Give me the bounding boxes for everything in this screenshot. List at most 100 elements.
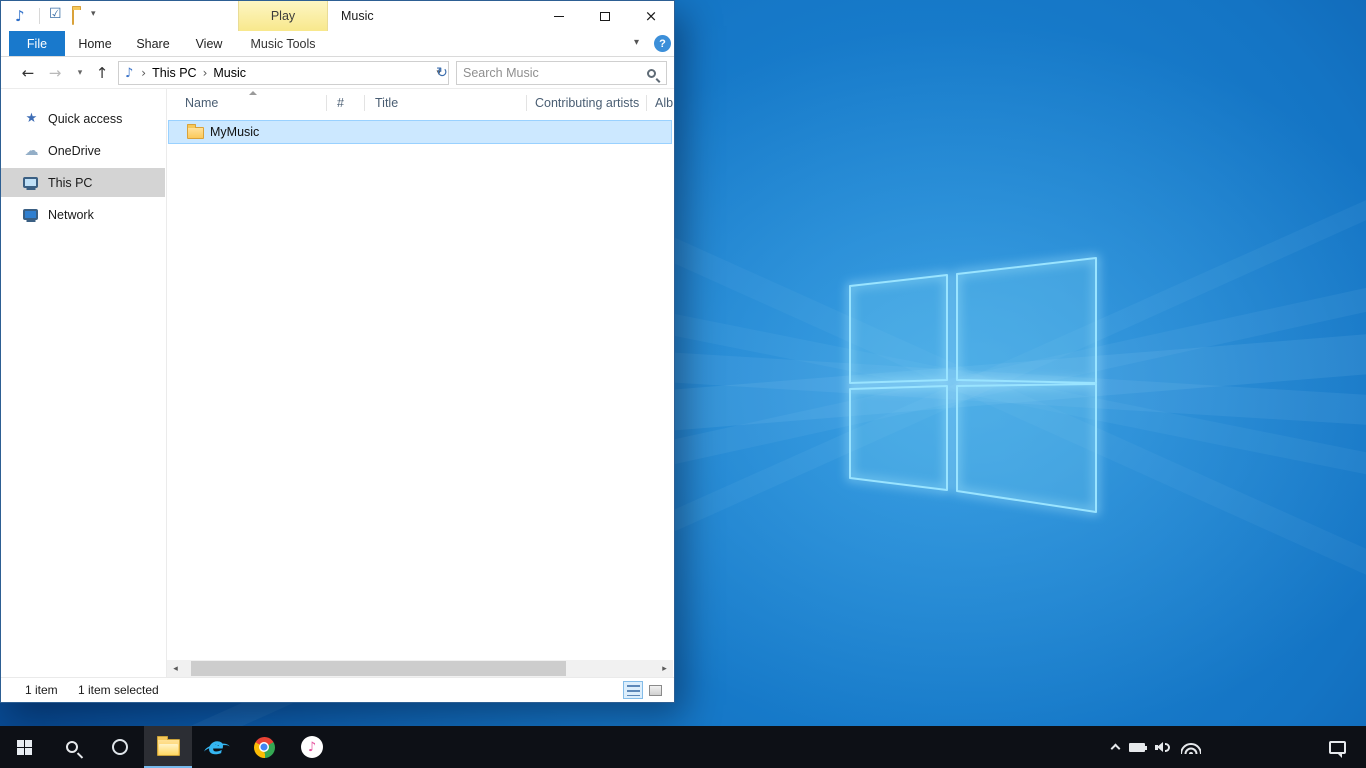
horizontal-scrollbar[interactable]: ◂ ▸ [167,660,673,677]
sidebar-item-network[interactable]: Network [1,200,165,229]
file-explorer-button[interactable] [144,726,192,768]
minimize-button[interactable] [536,1,582,31]
this-pc-monitor-icon [23,177,38,188]
network-wifi-icon[interactable] [1181,741,1201,754]
column-header-number[interactable]: # [337,89,344,117]
network-icon [23,209,38,220]
music-folder-icon: ♪ [125,66,133,81]
screen: ♪ ☑ ▾ Play Music × File Home Share View … [0,0,1366,768]
search-input[interactable] [457,63,647,83]
up-button[interactable]: ↑ [91,57,113,89]
action-center-icon [1329,741,1346,754]
tray-expand-icon[interactable] [1111,744,1121,754]
tab-file[interactable]: File [9,31,65,56]
sidebar-label: OneDrive [48,144,101,158]
help-button[interactable]: ? [654,35,671,52]
expand-ribbon-icon[interactable]: ▾ [634,37,639,48]
breadcrumb-separator-icon: › [201,66,210,80]
taskbar: e ♪ [0,726,1366,768]
title-bar[interactable]: ♪ ☑ ▾ Play Music × [1,1,674,31]
qat-customize-icon[interactable]: ▾ [91,9,96,19]
start-button[interactable] [0,726,48,768]
file-row-mymusic[interactable]: MyMusic [168,120,672,144]
ribbon-tab-row: File Home Share View Music Tools ▾ ? [1,31,674,57]
sidebar-item-quick-access[interactable]: ★ Quick access [1,104,165,133]
file-explorer-icon [157,739,180,756]
cortana-icon [112,739,128,755]
forward-button[interactable]: → [44,57,66,89]
window-title: Music [341,1,374,31]
tab-home[interactable]: Home [74,31,116,56]
chrome-button[interactable] [240,726,288,768]
battery-icon[interactable] [1129,743,1145,752]
sidebar-item-onedrive[interactable]: ☁ OneDrive [1,136,165,165]
tab-share[interactable]: Share [129,31,177,56]
taskbar-search-button[interactable] [48,726,96,768]
properties-icon[interactable]: ☑ [49,6,62,22]
address-bar[interactable]: ♪ › This PC › Music ▾ [118,61,449,85]
itunes-icon: ♪ [301,736,323,758]
search-box[interactable] [456,61,667,85]
scroll-right-icon[interactable]: ▸ [656,660,673,677]
maximize-button[interactable] [582,1,628,31]
column-header-contributing-artists[interactable]: Contributing artists [535,89,639,117]
column-divider[interactable] [646,95,647,111]
close-button[interactable]: × [628,1,674,31]
sidebar-item-this-pc[interactable]: This PC [1,168,165,197]
breadcrumb-music[interactable]: Music [209,66,250,80]
close-icon: × [645,9,658,24]
address-row: ← → ▾ ↑ ♪ › This PC › Music ▾ ↻ [1,57,674,89]
maximize-icon [600,12,610,21]
tab-view[interactable]: View [187,31,231,56]
breadcrumb-separator-icon: › [139,66,148,80]
internet-explorer-button[interactable]: e [192,726,240,768]
recent-locations-icon[interactable]: ▾ [72,57,88,89]
minimize-icon [554,16,564,17]
selected-count: 1 item selected [78,678,159,702]
internet-explorer-icon: e [208,736,224,759]
sidebar-label: Quick access [48,112,122,126]
large-icons-view-button[interactable] [645,681,665,699]
scrollbar-thumb[interactable] [191,661,566,676]
status-bar: 1 item 1 item selected [1,677,674,702]
chrome-icon [254,737,275,758]
onedrive-cloud-icon: ☁ [23,143,40,159]
new-folder-icon[interactable] [72,9,74,25]
column-divider[interactable] [526,95,527,111]
itunes-button[interactable]: ♪ [288,726,336,768]
scroll-left-icon[interactable]: ◂ [167,660,184,677]
large-icons-view-icon [649,685,662,696]
contextual-tab-play[interactable]: Play [238,1,328,31]
details-view-button[interactable] [623,681,643,699]
sort-ascending-icon[interactable] [249,91,257,95]
quick-access-star-icon: ★ [23,111,40,126]
cortana-button[interactable] [96,726,144,768]
folder-icon [187,127,204,139]
search-icon[interactable] [647,69,656,78]
tab-music-tools[interactable]: Music Tools [241,31,325,56]
sidebar-label: This PC [48,176,92,190]
navigation-pane: ★ Quick access ☁ OneDrive This PC Networ… [1,89,167,677]
column-divider[interactable] [326,95,327,111]
qat-separator [39,8,40,24]
search-icon [66,741,78,753]
column-header-title[interactable]: Title [375,89,398,117]
volume-wave-icon [1165,743,1170,752]
file-list: Name # Title Contributing artists Alb My… [167,89,673,660]
music-app-icon: ♪ [15,7,25,25]
column-divider[interactable] [364,95,365,111]
explorer-window: ♪ ☑ ▾ Play Music × File Home Share View … [0,0,675,703]
system-tray [1112,726,1201,768]
column-header-name[interactable]: Name [185,89,218,117]
volume-icon[interactable] [1155,741,1171,754]
action-center-button[interactable] [1322,726,1352,768]
details-view-icon [627,685,640,696]
breadcrumb-this-pc[interactable]: This PC [148,66,200,80]
item-count: 1 item [25,678,58,702]
windows-start-icon [17,740,32,755]
refresh-button[interactable]: ↻ [431,61,453,85]
back-button[interactable]: ← [17,57,39,89]
file-name: MyMusic [210,125,259,139]
sidebar-label: Network [48,208,94,222]
column-header-album[interactable]: Alb [655,89,673,117]
